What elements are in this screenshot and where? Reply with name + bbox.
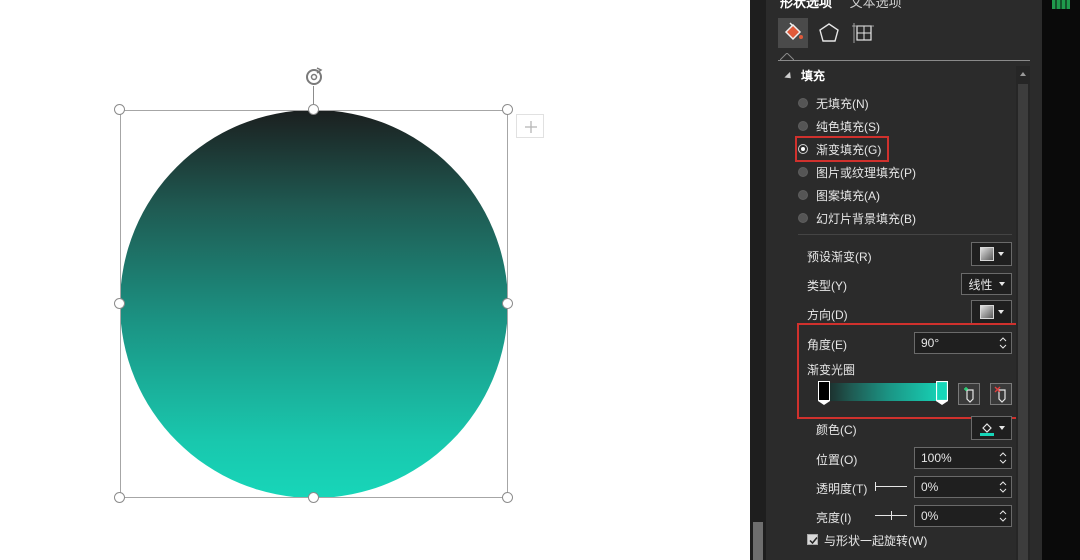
resize-handle-top-right[interactable] — [502, 104, 513, 115]
chevron-down-icon — [998, 426, 1005, 430]
divider — [798, 234, 1012, 235]
radio-pattern-fill[interactable]: 图案填充(A) — [798, 186, 880, 204]
chevron-down-icon — [997, 310, 1004, 314]
position-label: 位置(O) — [816, 453, 858, 467]
gradient-stops-bar[interactable] — [820, 383, 944, 401]
spreadsheet-icon[interactable] — [1050, 0, 1072, 10]
radio-no-fill[interactable]: 无填充(N) — [798, 94, 869, 112]
rotate-with-shape-label[interactable]: 与形状一起旋转(W) — [824, 532, 927, 549]
position-spinner[interactable]: 100% — [914, 447, 1012, 469]
preset-gradient-dropdown[interactable] — [971, 242, 1012, 266]
resize-handle-bottom-right[interactable] — [502, 492, 513, 503]
size-properties-tab[interactable] — [848, 18, 878, 48]
effects-tab[interactable] — [814, 18, 844, 48]
chevron-down-icon — [997, 252, 1004, 256]
position-value: 100% — [921, 451, 952, 465]
radio-icon[interactable] — [798, 213, 808, 223]
transparency-slider[interactable] — [875, 486, 907, 487]
gradient-swatch-icon — [979, 305, 994, 319]
scrollbar-thumb[interactable] — [753, 522, 763, 560]
panel-right-scrollbar[interactable] — [1016, 66, 1030, 560]
radio-icon[interactable] — [798, 190, 808, 200]
resize-handle-top-left[interactable] — [114, 104, 125, 115]
type-value: 线性 — [968, 277, 993, 292]
radio-label: 纯色填充(S) — [816, 119, 880, 134]
type-dropdown[interactable]: 线性 — [961, 273, 1012, 295]
section-fill-title: 填充 — [801, 69, 826, 83]
transparency-label: 透明度(T) — [816, 482, 868, 496]
radio-label: 图案填充(A) — [816, 188, 880, 203]
fill-line-tab[interactable] — [778, 18, 808, 48]
resize-handle-bottom-left[interactable] — [114, 492, 125, 503]
gradient-swatch-icon — [979, 247, 994, 261]
panel-left-scrollbar[interactable] — [750, 0, 766, 560]
color-label: 颜色(C) — [816, 423, 857, 437]
gradient-stop-start[interactable] — [818, 381, 830, 405]
scroll-up-arrow-icon[interactable] — [1018, 68, 1028, 80]
size-grid-icon — [852, 23, 874, 43]
brightness-value: 0% — [921, 509, 939, 523]
brightness-slider-thumb[interactable] — [891, 511, 892, 520]
plus-icon — [525, 121, 537, 133]
tab-shape-options[interactable]: 形状选项 — [780, 0, 832, 10]
preset-gradient-label: 预设渐变(R) — [807, 250, 872, 264]
spin-arrows-icon[interactable] — [999, 479, 1007, 495]
pentagon-icon — [819, 23, 839, 42]
format-shape-panel: 形状选项 文本选项 填充 无填充(N) 纯色填充(S) 渐变填充(G) 图片或纹… — [750, 0, 1042, 560]
resize-handle-top[interactable] — [308, 104, 319, 115]
checkmark-icon — [809, 537, 818, 545]
app-right-edge — [1042, 0, 1080, 560]
panel-tabs: 形状选项 文本选项 — [780, 0, 916, 11]
highlight-gradient-fill — [795, 136, 889, 162]
layout-options-button[interactable] — [516, 114, 544, 138]
transparency-value: 0% — [921, 480, 939, 494]
radio-solid-fill[interactable]: 纯色填充(S) — [798, 117, 880, 135]
tab-underline — [778, 60, 1030, 61]
type-label: 类型(Y) — [807, 279, 847, 293]
spin-arrows-icon[interactable] — [999, 450, 1007, 466]
shape-selection-box — [120, 110, 508, 498]
brightness-label: 亮度(I) — [816, 511, 852, 525]
paint-bucket-icon — [784, 22, 803, 41]
radio-picture-fill[interactable]: 图片或纹理填充(P) — [798, 163, 916, 181]
gradient-stop-end[interactable] — [936, 381, 948, 405]
chevron-down-icon — [998, 282, 1005, 286]
rotate-with-shape-checkbox[interactable] — [807, 534, 818, 545]
fill-color-icon — [979, 423, 994, 436]
resize-handle-right[interactable] — [502, 298, 513, 309]
radio-label: 图片或纹理填充(P) — [816, 165, 916, 180]
section-fill-header[interactable]: 填充 — [784, 67, 826, 84]
tab-text-options[interactable]: 文本选项 — [850, 0, 902, 10]
rotate-handle-icon[interactable] — [303, 66, 325, 88]
highlight-angle-stops — [797, 323, 1019, 419]
spin-arrows-icon[interactable] — [999, 508, 1007, 524]
radio-icon[interactable] — [798, 121, 808, 131]
radio-label: 幻灯片背景填充(B) — [816, 211, 916, 226]
radio-icon[interactable] — [798, 167, 808, 177]
slide-canvas[interactable] — [0, 0, 750, 560]
direction-dropdown[interactable] — [971, 300, 1012, 324]
collapse-triangle-icon — [784, 72, 794, 82]
brightness-spinner[interactable]: 0% — [914, 505, 1012, 527]
scrollbar-thumb[interactable] — [1018, 84, 1028, 560]
radio-label: 无填充(N) — [816, 96, 869, 111]
resize-handle-bottom[interactable] — [308, 492, 319, 503]
transparency-spinner[interactable]: 0% — [914, 476, 1012, 498]
radio-icon[interactable] — [798, 98, 808, 108]
color-picker-button[interactable] — [971, 416, 1012, 440]
radio-slide-bg-fill[interactable]: 幻灯片背景填充(B) — [798, 209, 916, 227]
direction-label: 方向(D) — [807, 308, 848, 322]
resize-handle-left[interactable] — [114, 298, 125, 309]
